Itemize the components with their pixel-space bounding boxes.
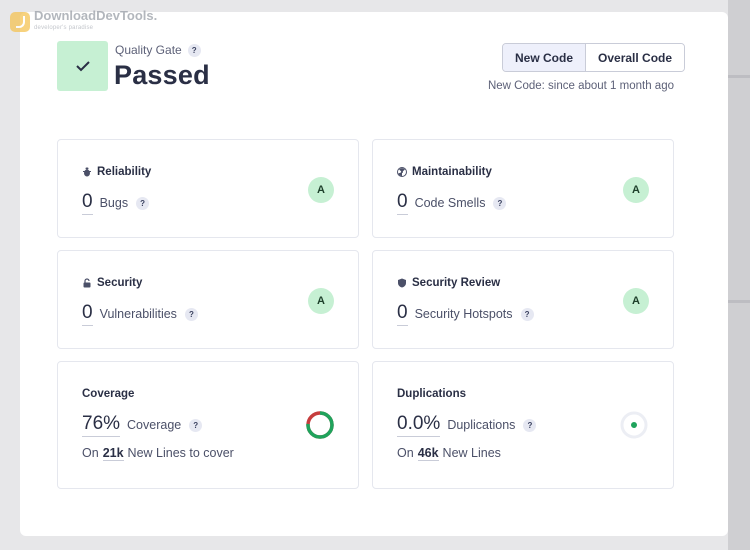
watermark-logo — [10, 12, 30, 32]
check-icon — [75, 61, 90, 72]
coverage-label: Coverage — [127, 418, 182, 432]
reliability-title: Reliability — [97, 166, 152, 178]
bugs-label: Bugs — [99, 196, 129, 210]
watermark-tagline: developer's paradise — [34, 25, 94, 31]
duplications-label: Duplications — [447, 418, 516, 432]
security-rating-badge[interactable]: A — [308, 288, 334, 314]
new-code-button[interactable]: New Code — [503, 44, 587, 71]
overall-code-button[interactable]: Overall Code — [586, 44, 685, 71]
reliability-rating-badge[interactable]: A — [308, 177, 334, 203]
help-icon[interactable]: ? — [523, 418, 537, 432]
frame-notch — [728, 300, 750, 303]
duplications-card: Duplications 0.0% Duplications ? On 46k … — [372, 361, 674, 489]
duplications-value[interactable]: 0.0% — [397, 413, 441, 437]
duplications-on-label: On — [397, 446, 414, 460]
help-icon[interactable]: ? — [187, 43, 201, 57]
security-review-rating-badge[interactable]: A — [623, 288, 649, 314]
shield-icon — [398, 278, 406, 288]
coverage-lines-count[interactable]: 21k — [102, 446, 124, 461]
security-title: Security — [97, 277, 143, 289]
lock-icon — [83, 278, 91, 288]
quality-gate-status-box — [57, 41, 108, 91]
coverage-title: Coverage — [82, 388, 135, 400]
coverage-card: Coverage 76% Coverage ? On 21k New Lines… — [57, 361, 359, 489]
coverage-on-label: On — [82, 446, 99, 460]
coverage-donut-icon — [306, 411, 334, 439]
duplications-lines-count[interactable]: 46k — [417, 446, 439, 461]
vulnerabilities-count[interactable]: 0 — [82, 302, 93, 326]
help-icon[interactable]: ? — [520, 307, 534, 321]
security-card: Security 0 Vulnerabilities ? A — [57, 250, 359, 349]
watermark-brand: DownloadDevTools. — [34, 8, 158, 23]
security-hotspots-count[interactable]: 0 — [397, 302, 408, 326]
duplications-dot-icon — [620, 411, 648, 439]
vulnerabilities-label: Vulnerabilities — [99, 307, 177, 321]
quality-gate-status: Passed — [114, 60, 210, 90]
coverage-lines-label: New Lines to cover — [127, 446, 234, 460]
reliability-card: Reliability 0 Bugs ? A — [57, 139, 359, 238]
security-review-title: Security Review — [412, 277, 501, 289]
quality-gate-label: Quality Gate ? — [115, 43, 201, 57]
watermark: DownloadDevTools. developer's paradise — [10, 8, 158, 34]
security-hotspots-label: Security Hotspots — [414, 307, 513, 321]
new-code-period-note: New Code: since about 1 month ago — [487, 80, 674, 92]
code-period-toggle: New Code Overall Code — [502, 43, 686, 72]
help-icon[interactable]: ? — [493, 196, 507, 210]
coverage-value[interactable]: 76% — [82, 413, 121, 437]
help-icon[interactable]: ? — [184, 307, 198, 321]
bug-icon — [83, 167, 91, 177]
window-frame-edge — [728, 0, 750, 550]
frame-notch — [728, 75, 750, 78]
duplications-lines-label: New Lines — [442, 446, 501, 460]
maintainability-card: Maintainability 0 Code Smells ? A — [372, 139, 674, 238]
duplications-title: Duplications — [397, 388, 467, 400]
security-review-card: Security Review 0 Security Hotspots ? A — [372, 250, 674, 349]
bugs-count[interactable]: 0 — [82, 191, 93, 215]
maintainability-title: Maintainability — [412, 166, 492, 178]
radiation-icon — [397, 167, 407, 177]
help-icon[interactable]: ? — [136, 196, 150, 210]
maintainability-rating-badge[interactable]: A — [623, 177, 649, 203]
code-smells-label: Code Smells — [414, 196, 486, 210]
code-smells-count[interactable]: 0 — [397, 191, 408, 215]
help-icon[interactable]: ? — [189, 418, 203, 432]
